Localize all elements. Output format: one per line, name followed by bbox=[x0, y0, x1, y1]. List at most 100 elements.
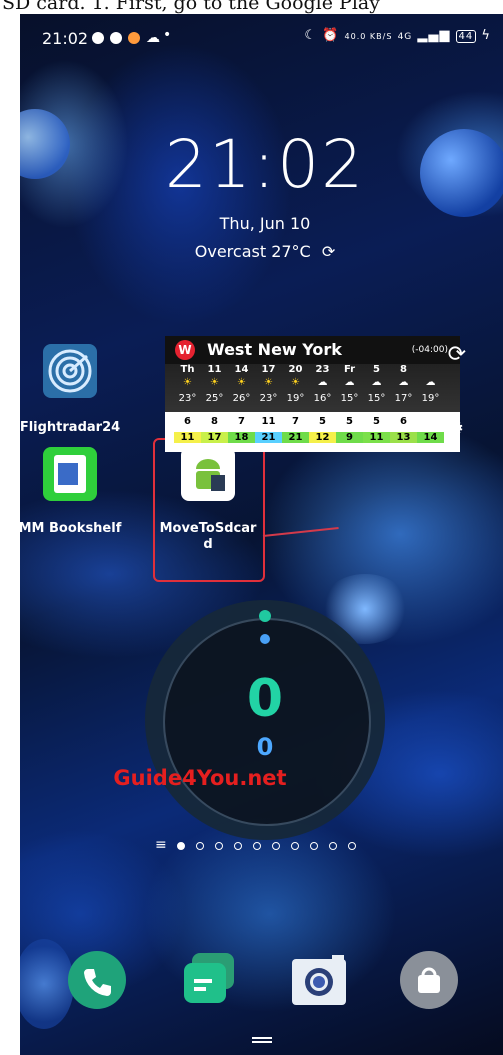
moon-icon: ☾ bbox=[304, 28, 318, 43]
wind-value: 5 bbox=[346, 416, 353, 427]
app-mm-bookshelf[interactable]: MM Bookshelf bbox=[20, 447, 130, 536]
status-right: ☾ ⏰ 40.0 KB/S 4G ▂▄▆ 44 ϟ bbox=[304, 28, 491, 43]
forecast-label: Th bbox=[180, 364, 195, 375]
home-handle[interactable] bbox=[252, 1028, 272, 1043]
phone-screen: 21:02 ☁ • ☾ ⏰ 40.0 KB/S 4G ▂▄▆ 44 ϟ 21:0… bbox=[20, 14, 503, 1055]
forecast-label: 14 bbox=[234, 364, 249, 375]
step-count: 0 bbox=[246, 669, 284, 729]
weather-forecast-row: Th ☀ 23° 11 ☀ 25° 14 ☀ 26° 17 ☀ 23° 20 ☀ 19° 23 ☁ 16° Fr ☁ 1… bbox=[165, 364, 460, 412]
sun-icon: ☀ bbox=[183, 377, 192, 388]
wind-gust-value: 17 bbox=[201, 432, 228, 443]
cloud-icon: ☁ bbox=[146, 30, 160, 46]
forecast-label: 23 bbox=[315, 364, 330, 375]
lock-date[interactable]: Thu, Jun 10 bbox=[160, 214, 370, 233]
forecast-column: Th ☀ 23° bbox=[176, 364, 199, 404]
wind-gust-value: 9 bbox=[336, 432, 363, 443]
wind-value: 5 bbox=[319, 416, 326, 427]
app-label: MoveToSdcard bbox=[159, 521, 257, 552]
weather-widget[interactable]: W West New York (-04:00) ⟳ Th ☀ 23° 11 ☀ 25° 1… bbox=[165, 336, 466, 452]
moon-cloud-icon: ☁ bbox=[398, 377, 409, 388]
app-label: MM Bookshelf bbox=[20, 521, 122, 536]
forecast-label: 20 bbox=[288, 364, 303, 375]
wind-gust-value: 11 bbox=[363, 432, 390, 443]
lock-weather[interactable]: Overcast 27°C ⟳ bbox=[160, 242, 370, 261]
battery-level: 44 bbox=[455, 30, 477, 43]
radar-icon bbox=[48, 349, 92, 393]
forecast-column: 5 ☁ 15° bbox=[365, 364, 388, 404]
phone-icon[interactable] bbox=[68, 951, 126, 1009]
wind-value: 8 bbox=[211, 416, 218, 427]
page-dot[interactable] bbox=[253, 842, 261, 850]
caption-text: SD card. 1. First, go to the Google Play bbox=[2, 0, 380, 14]
forecast-column: Fr ☁ 15° bbox=[338, 364, 361, 404]
wind-gust-value: 14 bbox=[417, 432, 444, 443]
forecast-temp: 15° bbox=[367, 393, 386, 404]
weather-timezone: (-04:00) bbox=[411, 345, 448, 355]
wind-gust-value: 11 bbox=[174, 432, 201, 443]
forecast-temp: 26° bbox=[232, 393, 251, 404]
app-flightradar24[interactable]: Flightradar24 bbox=[20, 344, 130, 435]
forecast-label bbox=[419, 364, 442, 377]
lock-weather-text: Overcast 27°C bbox=[194, 242, 311, 261]
forecast-label: 17 bbox=[261, 364, 276, 375]
forecast-column: ☁ 19° bbox=[419, 364, 442, 404]
book-icon bbox=[54, 455, 86, 493]
page-dot[interactable] bbox=[177, 842, 185, 850]
sun-icon: ☀ bbox=[291, 377, 300, 388]
page-dot[interactable] bbox=[215, 842, 223, 850]
lock-clock[interactable]: 21:02 bbox=[160, 126, 370, 203]
wind-value: 7 bbox=[292, 416, 299, 427]
bookshelf-icon bbox=[43, 447, 97, 501]
android-icon bbox=[196, 459, 225, 491]
progress-dot-icon bbox=[260, 634, 270, 644]
camera-icon[interactable] bbox=[290, 951, 348, 1009]
settings-gear-icon[interactable]: ⚙ bbox=[448, 418, 464, 439]
app-movetosdcard[interactable]: MoveToSdcard bbox=[148, 447, 268, 553]
forecast-label: Fr bbox=[343, 364, 356, 375]
chat-notification-icon bbox=[92, 32, 104, 44]
wind-gust-value: 13 bbox=[390, 432, 417, 443]
forecast-temp: 16° bbox=[313, 393, 332, 404]
forecast-column: 11 ☀ 25° bbox=[203, 364, 226, 404]
sun-icon: ☀ bbox=[237, 377, 246, 388]
page-dot[interactable] bbox=[329, 842, 337, 850]
wallpaper-bubble bbox=[20, 109, 70, 179]
more-dot-icon: • bbox=[163, 27, 172, 43]
wallpaper-bubble bbox=[420, 129, 503, 217]
page-dot[interactable] bbox=[272, 842, 280, 850]
wallpaper-bubble bbox=[20, 939, 74, 1029]
forecast-temp: 23° bbox=[259, 393, 278, 404]
alarm-icon: ⏰ bbox=[322, 28, 340, 43]
signal-icon: ▂▄▆ bbox=[417, 28, 451, 43]
wind-gust-value: 21 bbox=[255, 432, 282, 443]
store-icon[interactable] bbox=[400, 951, 458, 1009]
forecast-temp: 19° bbox=[421, 393, 440, 404]
sun-icon: ☀ bbox=[210, 377, 219, 388]
status-time: 21:02 bbox=[42, 29, 89, 48]
wind-value: 7 bbox=[238, 416, 245, 427]
wind-value: 11 bbox=[261, 416, 276, 427]
forecast-temp: 25° bbox=[205, 393, 224, 404]
messages-icon[interactable] bbox=[180, 951, 238, 1009]
forecast-temp: 23° bbox=[178, 393, 197, 404]
forecast-column: 14 ☀ 26° bbox=[230, 364, 253, 404]
page-dot[interactable] bbox=[234, 842, 242, 850]
page-dot[interactable] bbox=[291, 842, 299, 850]
status-bar: 21:02 ☁ • ☾ ⏰ 40.0 KB/S 4G ▂▄▆ 44 ϟ bbox=[20, 14, 503, 66]
page-dot[interactable] bbox=[310, 842, 318, 850]
wind-value: 5 bbox=[373, 416, 380, 427]
menu-lines-icon[interactable]: ≡ bbox=[155, 837, 167, 853]
android-sdcard-icon bbox=[181, 447, 235, 501]
watermark: Guide4You.net bbox=[113, 766, 287, 790]
refresh-icon[interactable]: ⟳ bbox=[322, 242, 335, 261]
highlight-pointer bbox=[262, 527, 339, 537]
forecast-column: 23 ☁ 16° bbox=[311, 364, 334, 404]
forecast-label: 5 bbox=[373, 364, 380, 375]
page-dot[interactable] bbox=[348, 842, 356, 850]
flightradar-icon bbox=[43, 344, 97, 398]
wind-gust-value: 12 bbox=[309, 432, 336, 443]
forecast-column: 20 ☀ 19° bbox=[284, 364, 307, 404]
forecast-temp: 15° bbox=[340, 393, 359, 404]
page-dot[interactable] bbox=[196, 842, 204, 850]
weather-widget-header: W West New York (-04:00) ⟳ bbox=[165, 336, 466, 367]
